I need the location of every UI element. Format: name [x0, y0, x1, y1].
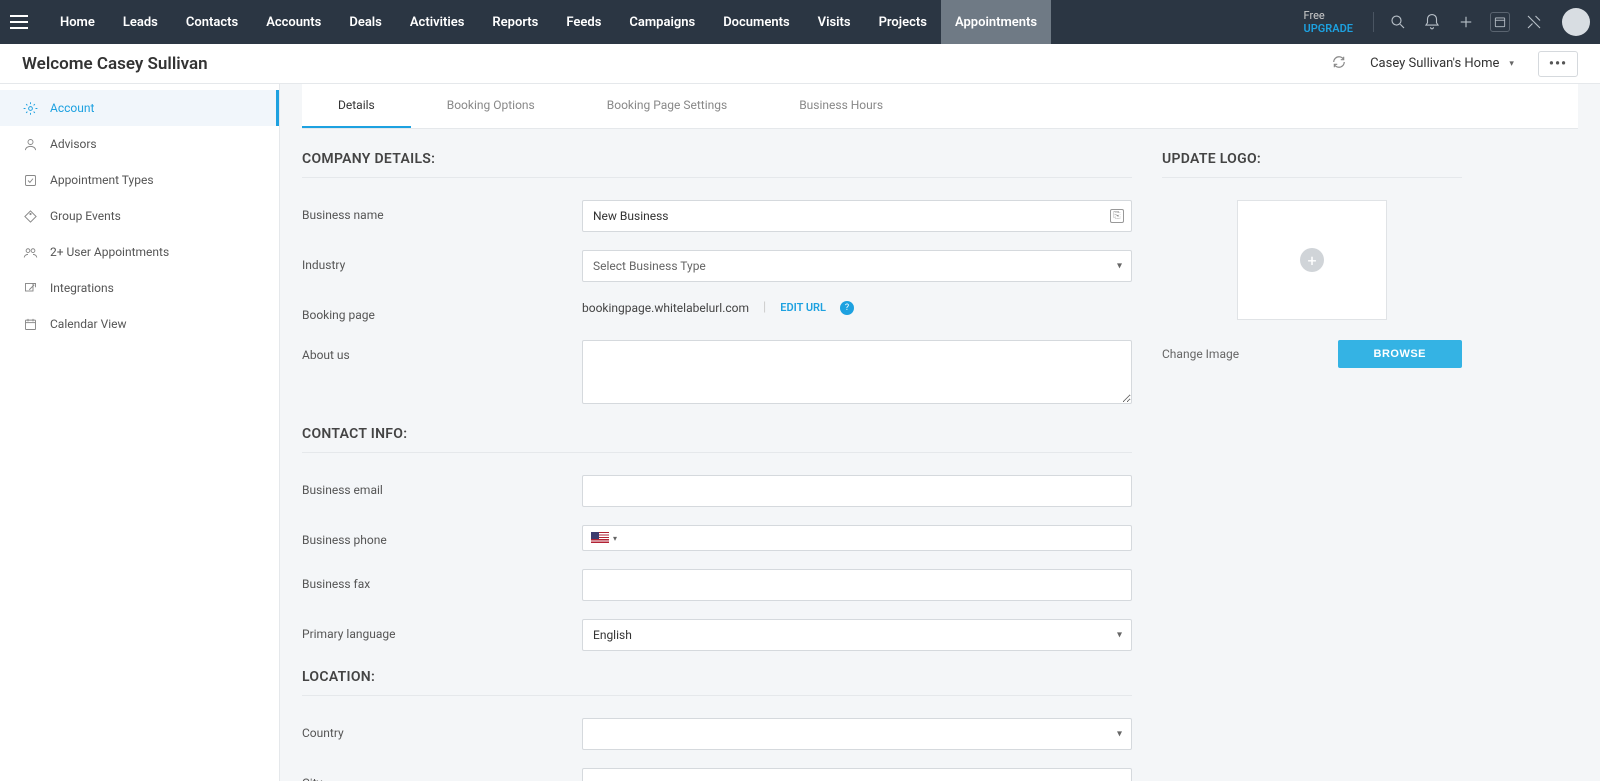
- nav-appointments[interactable]: Appointments: [941, 0, 1051, 44]
- sidebar-item-label: Account: [50, 101, 94, 115]
- sidebar-item-label: Group Events: [50, 209, 121, 223]
- booking-url-text: bookingpage.whitelabelurl.com: [582, 301, 749, 315]
- industry-select[interactable]: Select Business Type: [582, 250, 1132, 282]
- more-actions-button[interactable]: •••: [1538, 51, 1578, 77]
- nav-feeds[interactable]: Feeds: [552, 0, 615, 44]
- about-us-textarea[interactable]: [582, 340, 1132, 404]
- sidebar-item-account[interactable]: Account: [0, 90, 279, 126]
- label-about-us: About us: [302, 340, 582, 362]
- label-business-phone: Business phone: [302, 525, 582, 547]
- bell-icon[interactable]: [1422, 12, 1442, 32]
- upgrade-link[interactable]: UPGRADE: [1304, 22, 1353, 35]
- calendar-icon[interactable]: [1490, 12, 1510, 32]
- nav-campaigns[interactable]: Campaigns: [615, 0, 709, 44]
- plan-label: Free: [1304, 9, 1325, 22]
- upgrade-block: Free UPGRADE: [1304, 9, 1353, 35]
- nav-home[interactable]: Home: [46, 0, 109, 44]
- sidebar-item-advisors[interactable]: Advisors: [0, 126, 279, 162]
- nav-documents[interactable]: Documents: [709, 0, 803, 44]
- sidebar-item-label: 2+ User Appointments: [50, 245, 169, 259]
- external-icon: [22, 280, 38, 296]
- city-input[interactable]: [582, 768, 1132, 781]
- logo-upload-area[interactable]: +: [1237, 200, 1387, 320]
- chevron-down-icon: ▾: [1509, 59, 1514, 69]
- nav-leads[interactable]: Leads: [109, 0, 172, 44]
- sidebar-item-appointment-types[interactable]: Appointment Types: [0, 162, 279, 198]
- home-label: Casey Sullivan's Home: [1370, 56, 1499, 71]
- tools-icon[interactable]: [1524, 12, 1544, 32]
- label-business-fax: Business fax: [302, 569, 582, 591]
- main-content: DetailsBooking OptionsBooking Page Setti…: [280, 84, 1600, 781]
- welcome-text: Welcome Casey Sullivan: [22, 54, 208, 74]
- country-select[interactable]: [582, 718, 1132, 750]
- user-icon: [22, 136, 38, 152]
- label-primary-language: Primary language: [302, 619, 582, 641]
- tab-booking-options[interactable]: Booking Options: [411, 84, 571, 128]
- label-city: City: [302, 768, 582, 781]
- plus-circle-icon: +: [1300, 248, 1324, 272]
- business-phone-input[interactable]: ▾: [582, 525, 1132, 551]
- top-nav: HomeLeadsContactsAccountsDealsActivities…: [0, 0, 1600, 44]
- tag-icon: [22, 208, 38, 224]
- nav-contacts[interactable]: Contacts: [172, 0, 252, 44]
- plus-icon[interactable]: [1456, 12, 1476, 32]
- section-company-title: COMPANY DETAILS:: [302, 151, 1132, 178]
- business-email-input[interactable]: [582, 475, 1132, 507]
- sidebar-item-label: Advisors: [50, 137, 97, 151]
- check-square-icon: [22, 172, 38, 188]
- nav-accounts[interactable]: Accounts: [252, 0, 335, 44]
- primary-language-select[interactable]: English: [582, 619, 1132, 651]
- sidebar: Account Advisors Appointment Types Group Ev…: [0, 84, 280, 781]
- gear-icon: [22, 100, 38, 116]
- label-business-name: Business name: [302, 200, 582, 222]
- tab-business-hours[interactable]: Business Hours: [763, 84, 919, 128]
- sidebar-item-group-events[interactable]: Group Events: [0, 198, 279, 234]
- field-assist-icon[interactable]: ⎘: [1110, 209, 1124, 223]
- help-icon[interactable]: ?: [840, 301, 854, 315]
- label-industry: Industry: [302, 250, 582, 272]
- tab-details[interactable]: Details: [302, 84, 411, 128]
- label-booking-page: Booking page: [302, 300, 582, 322]
- nav-reports[interactable]: Reports: [478, 0, 552, 44]
- hamburger-icon[interactable]: [10, 15, 28, 29]
- reload-icon[interactable]: [1332, 55, 1346, 73]
- subheader: Welcome Casey Sullivan Casey Sullivan's …: [0, 44, 1600, 84]
- nav-projects[interactable]: Projects: [865, 0, 941, 44]
- sidebar-item-label: Calendar View: [50, 317, 127, 331]
- calendar-icon: [22, 316, 38, 332]
- label-business-email: Business email: [302, 475, 582, 497]
- search-icon[interactable]: [1388, 12, 1408, 32]
- home-selector[interactable]: Casey Sullivan's Home ▾: [1362, 56, 1522, 71]
- users-icon: [22, 244, 38, 260]
- chevron-down-icon: ▾: [613, 534, 617, 543]
- sidebar-item-integrations[interactable]: Integrations: [0, 270, 279, 306]
- sidebar-item-2-user-appointments[interactable]: 2+ User Appointments: [0, 234, 279, 270]
- business-name-input[interactable]: [582, 200, 1132, 232]
- nav-activities[interactable]: Activities: [396, 0, 479, 44]
- change-image-label: Change Image: [1162, 347, 1239, 361]
- nav-visits[interactable]: Visits: [804, 0, 865, 44]
- section-contact-title: CONTACT INFO:: [302, 426, 1132, 453]
- business-fax-input[interactable]: [582, 569, 1132, 601]
- label-country: Country: [302, 718, 582, 740]
- tabs: DetailsBooking OptionsBooking Page Setti…: [302, 84, 1578, 129]
- us-flag-icon[interactable]: [591, 532, 609, 544]
- section-location-title: LOCATION:: [302, 669, 1132, 696]
- edit-url-link[interactable]: EDIT URL: [780, 301, 826, 314]
- tab-booking-page-settings[interactable]: Booking Page Settings: [571, 84, 763, 128]
- section-logo-title: UPDATE LOGO:: [1162, 151, 1462, 178]
- sidebar-item-calendar-view[interactable]: Calendar View: [0, 306, 279, 342]
- avatar[interactable]: [1562, 8, 1590, 36]
- browse-button[interactable]: BROWSE: [1338, 340, 1463, 368]
- sidebar-item-label: Integrations: [50, 281, 114, 295]
- nav-deals[interactable]: Deals: [335, 0, 396, 44]
- sidebar-item-label: Appointment Types: [50, 173, 154, 187]
